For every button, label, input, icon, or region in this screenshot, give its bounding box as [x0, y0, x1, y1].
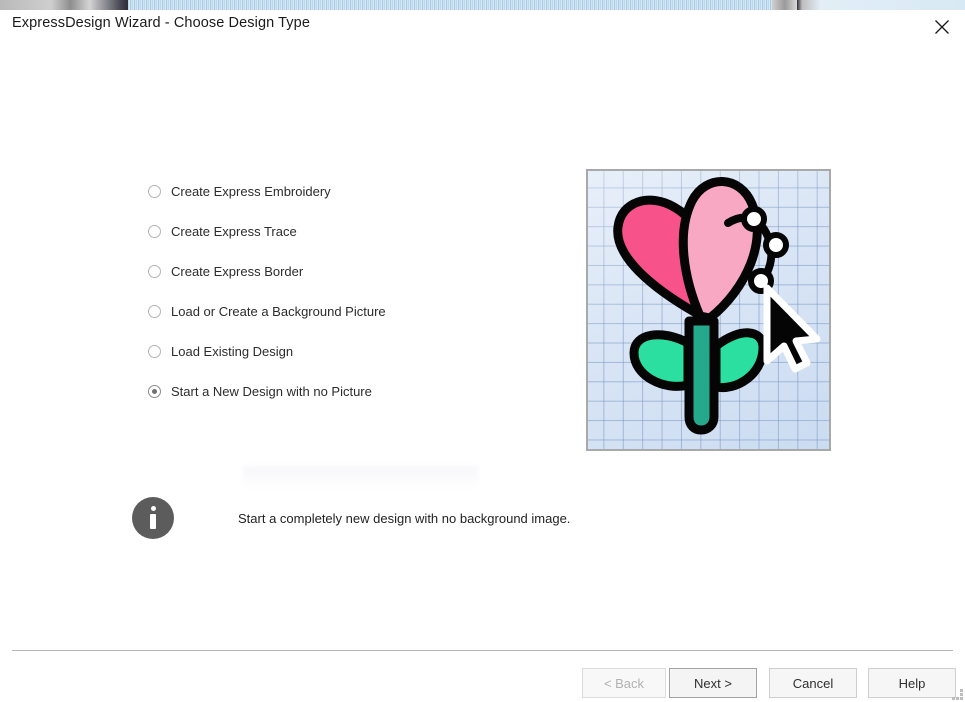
option-load-existing-design[interactable]: Load Existing Design	[148, 331, 548, 371]
radio-load-existing-design[interactable]	[148, 344, 161, 358]
resize-grip-dot	[952, 697, 955, 700]
resize-grip-dot	[960, 693, 963, 696]
cancel-button[interactable]: Cancel	[769, 668, 857, 698]
radio-create-express-trace[interactable]	[148, 224, 161, 238]
info-icon-stem	[150, 514, 156, 529]
option-create-express-border[interactable]: Create Express Border	[148, 251, 548, 291]
info-message-text: Start a completely new design with no ba…	[238, 510, 571, 526]
radio-create-express-embroidery[interactable]	[148, 184, 161, 198]
close-icon	[934, 19, 950, 35]
info-message-row: Start a completely new design with no ba…	[132, 497, 570, 539]
preview-inner	[588, 171, 829, 449]
option-label: Load Existing Design	[171, 343, 294, 359]
dialog-title: ExpressDesign Wizard - Choose Design Typ…	[12, 15, 310, 31]
help-button[interactable]: Help	[868, 668, 956, 698]
back-button[interactable]: < Back	[582, 668, 666, 698]
resize-grip-dot	[960, 697, 963, 700]
resize-grip-dot	[956, 697, 959, 700]
dialog-footer: < Back Next > Cancel Help	[0, 668, 965, 702]
resize-grip[interactable]	[952, 689, 963, 700]
option-load-or-create-background-picture[interactable]: Load or Create a Background Picture	[148, 291, 548, 331]
option-create-express-embroidery[interactable]: Create Express Embroidery	[148, 171, 548, 211]
option-label: Create Express Border	[171, 263, 304, 279]
close-button[interactable]	[919, 10, 965, 44]
background-ghost-artifact	[243, 466, 478, 488]
info-icon-dot	[150, 506, 156, 511]
background-app-strip	[0, 0, 965, 10]
radio-load-or-create-background-picture[interactable]	[148, 304, 161, 318]
option-label: Create Express Embroidery	[171, 183, 331, 199]
resize-grip-dot	[960, 689, 963, 692]
background-strip-right-segment	[797, 0, 965, 10]
option-start-new-design-no-picture[interactable]: Start a New Design with no Picture	[148, 371, 548, 411]
background-strip-mid-segment	[772, 0, 798, 10]
design-type-option-list: Create Express Embroidery Create Express…	[148, 171, 548, 411]
background-strip-left-segment	[0, 0, 128, 10]
option-label: Load or Create a Background Picture	[171, 303, 386, 319]
option-label: Create Express Trace	[171, 223, 297, 239]
option-create-express-trace[interactable]: Create Express Trace	[148, 211, 548, 251]
footer-divider	[12, 650, 953, 651]
flower-illustration-icon	[613, 177, 821, 435]
expressdesign-wizard-dialog: ExpressDesign Wizard - Choose Design Typ…	[0, 10, 965, 702]
option-label: Start a New Design with no Picture	[171, 383, 372, 399]
info-icon	[132, 497, 174, 539]
design-type-preview-panel	[586, 169, 831, 451]
dialog-titlebar: ExpressDesign Wizard - Choose Design Typ…	[0, 10, 965, 48]
next-button[interactable]: Next >	[669, 668, 757, 698]
radio-start-new-design-no-picture[interactable]	[148, 384, 161, 398]
radio-create-express-border[interactable]	[148, 264, 161, 278]
